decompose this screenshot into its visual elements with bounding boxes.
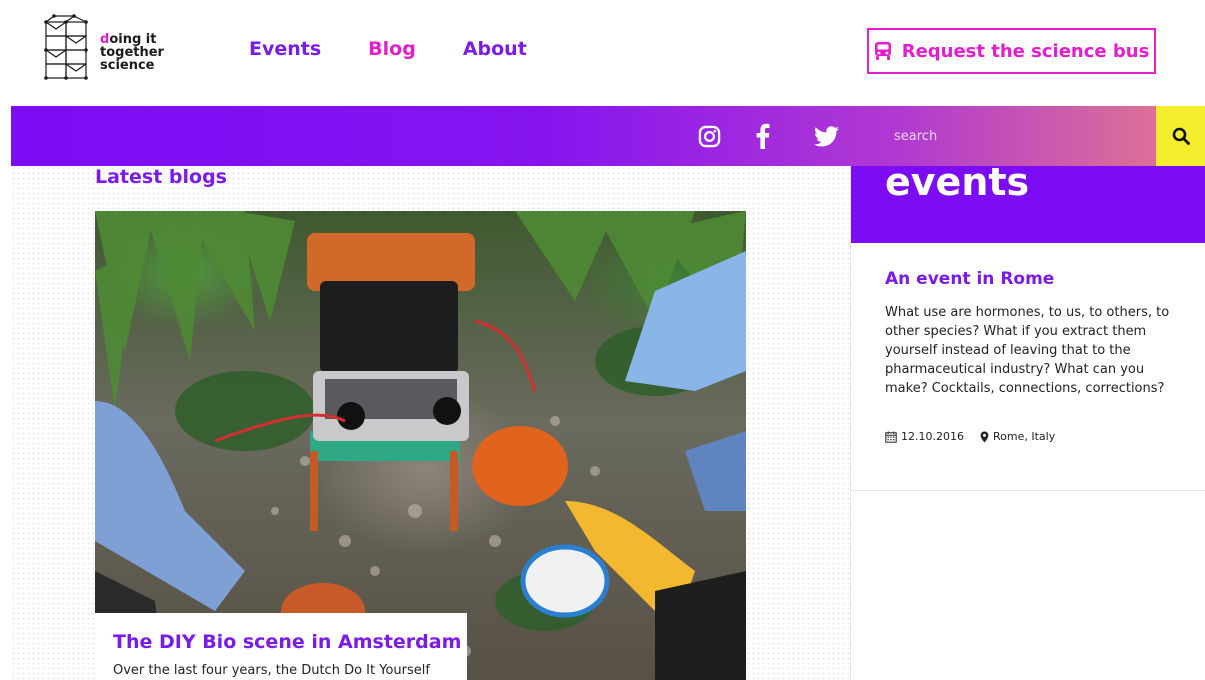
site-header: doing it together science Events Blog Ab… [0, 0, 1205, 106]
nav-item-events[interactable]: Events [249, 38, 321, 60]
event-title[interactable]: An event in Rome [885, 269, 1054, 289]
nav-item-blog[interactable]: Blog [368, 38, 416, 60]
events-sidebar: events An event in Rome What use are hor… [850, 160, 1205, 680]
logo-wordmark: doing it together science [100, 33, 164, 72]
bus-icon [874, 42, 891, 60]
request-science-bus-button[interactable]: Request the science bus [867, 28, 1156, 74]
latest-blogs-heading: Latest blogs [95, 166, 227, 188]
twitter-link[interactable] [811, 106, 841, 166]
nav-item-about[interactable]: About [463, 38, 527, 60]
facebook-link[interactable] [751, 106, 775, 166]
blog-post-card[interactable]: The DIY Bio scene in Amsterdam Over the … [95, 613, 467, 680]
blog-post-image[interactable] [95, 211, 746, 680]
search-button[interactable] [1156, 106, 1205, 166]
social-search-bar [11, 106, 1205, 166]
main-nav: Events Blog About [249, 38, 527, 60]
twitter-icon [813, 125, 839, 146]
event-location: Rome, Italy [992, 430, 1056, 443]
search-input[interactable] [872, 106, 1156, 166]
site-logo[interactable]: doing it together science [40, 12, 180, 84]
search-icon [1172, 127, 1190, 145]
cube-grid-logo-icon [44, 14, 88, 80]
instagram-link[interactable] [694, 106, 724, 166]
event-description: What use are hormones, to us, to others,… [885, 305, 1170, 396]
workshop-photo-illustration [95, 211, 746, 680]
location-pin-icon [980, 431, 989, 442]
logo-line-3: science [100, 58, 155, 73]
events-header-band: events [851, 160, 1205, 243]
event-date: 12.10.2016 [901, 430, 964, 443]
blog-post-excerpt: Over the last four years, the Dutch Do I… [113, 663, 430, 678]
request-button-label: Request the science bus [901, 40, 1150, 62]
blog-post-title[interactable]: The DIY Bio scene in Amsterdam [113, 631, 461, 653]
facebook-icon [756, 123, 770, 149]
calendar-icon [885, 431, 897, 443]
event-meta: 12.10.2016 Rome, Italy [885, 430, 1055, 443]
blog-section: Latest blogs The DIY Bio scene in Amster… [11, 166, 850, 680]
events-heading: events [885, 160, 1030, 204]
divider [851, 490, 1205, 491]
instagram-icon [698, 125, 720, 147]
